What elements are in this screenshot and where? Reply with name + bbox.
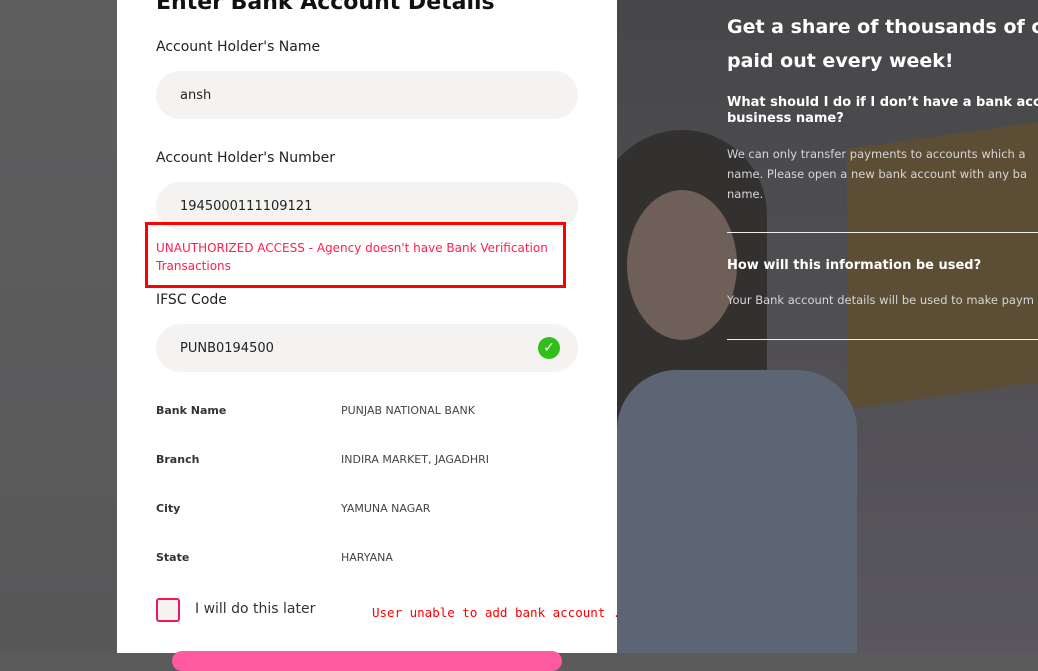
- name-label: Account Holder's Name: [156, 39, 321, 55]
- detail-key: State: [156, 551, 190, 564]
- detail-value: INDIRA MARKET, JAGADHRI: [341, 453, 490, 466]
- name-value: ansh: [180, 87, 212, 103]
- detail-key: Bank Name: [156, 404, 227, 417]
- hero-image: Get a share of thousands of cro paid out…: [617, 0, 1038, 653]
- detail-key: Branch: [156, 453, 200, 466]
- divider: [727, 339, 1038, 340]
- ifsc-input[interactable]: PUNB0194500 ✓: [156, 324, 578, 372]
- page-title: Enter Bank Account Details: [156, 0, 495, 15]
- check-circle-icon: ✓: [538, 337, 560, 359]
- submit-button[interactable]: [172, 651, 562, 671]
- detail-value: YAMUNA NAGAR: [341, 502, 431, 515]
- error-message: UNAUTHORIZED ACCESS - Agency doesn't hav…: [145, 222, 566, 288]
- faq-question-1-cont: business name?: [727, 111, 844, 126]
- annotation-note: User unable to add bank account .: [372, 605, 621, 620]
- account-holder-name-input[interactable]: ansh: [156, 71, 578, 119]
- faq-answer-1: We can only transfer payments to account…: [727, 147, 1026, 161]
- number-value: 1945000111109121: [180, 198, 313, 214]
- do-later-label[interactable]: I will do this later: [195, 601, 315, 617]
- faq-answer-1-cont: name. Please open a new bank account wit…: [727, 167, 1027, 181]
- faq-question-1: What should I do if I don’t have a bank …: [727, 95, 1038, 110]
- info-headline: Get a share of thousands of cro: [727, 16, 1038, 38]
- ifsc-label: IFSC Code: [156, 292, 227, 308]
- number-label: Account Holder's Number: [156, 150, 336, 166]
- detail-value: HARYANA: [341, 551, 393, 564]
- faq-answer-1-end: name.: [727, 187, 764, 201]
- bank-form-panel: Enter Bank Account Details Account Holde…: [117, 0, 621, 671]
- detail-key: City: [156, 502, 181, 515]
- backdrop-left: [0, 0, 117, 653]
- faq-answer-2: Your Bank account details will be used t…: [727, 293, 1034, 307]
- info-headline-2: paid out every week!: [727, 50, 954, 72]
- divider: [727, 232, 1038, 233]
- detail-value: PUNJAB NATIONAL BANK: [341, 404, 475, 417]
- do-later-checkbox[interactable]: [156, 598, 180, 622]
- ifsc-value: PUNB0194500: [180, 340, 274, 356]
- faq-question-2: How will this information be used?: [727, 258, 982, 273]
